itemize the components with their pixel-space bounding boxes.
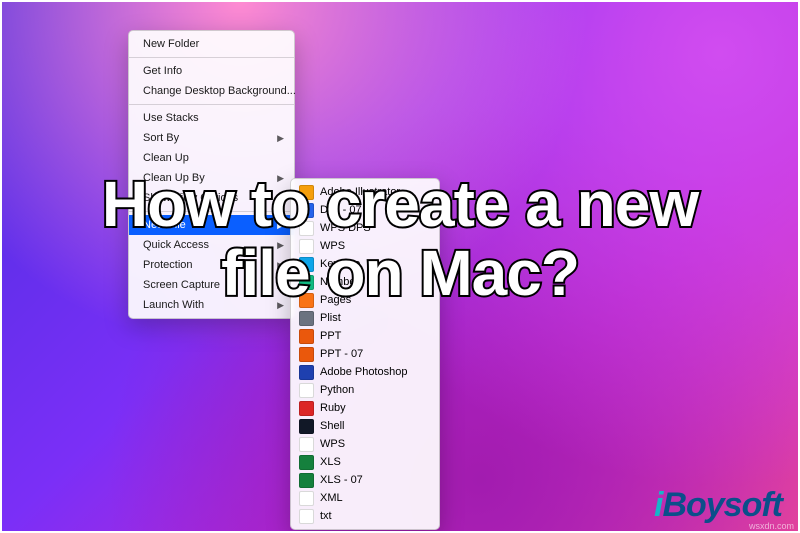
file-type-icon bbox=[299, 257, 314, 272]
menu-item-label: Change Desktop Background... bbox=[143, 83, 296, 99]
submenu-item[interactable]: WPS bbox=[291, 435, 439, 453]
submenu-item[interactable]: WPS DPS bbox=[291, 219, 439, 237]
submenu-item[interactable]: WPS bbox=[291, 237, 439, 255]
submenu-item-label: Pages bbox=[320, 292, 351, 308]
file-type-icon bbox=[299, 437, 314, 452]
chevron-right-icon: ▶ bbox=[277, 237, 284, 253]
menu-item[interactable]: Clean Up By ▶ bbox=[129, 168, 294, 188]
submenu-item[interactable]: PPT - 07 bbox=[291, 345, 439, 363]
submenu-item[interactable]: XLS bbox=[291, 453, 439, 471]
menu-item-label: Clean Up bbox=[143, 150, 189, 166]
chevron-right-icon: ▶ bbox=[277, 297, 284, 313]
file-type-icon bbox=[299, 455, 314, 470]
menu-item[interactable]: New Folder bbox=[129, 34, 294, 54]
menu-item-label: Get Info bbox=[143, 63, 182, 79]
file-type-icon bbox=[299, 491, 314, 506]
menu-separator bbox=[129, 104, 294, 105]
submenu-item[interactable]: Adobe Illustrator bbox=[291, 183, 439, 201]
submenu-item[interactable]: Pages bbox=[291, 291, 439, 309]
submenu-item-label: PPT bbox=[320, 328, 341, 344]
file-type-icon bbox=[299, 419, 314, 434]
file-type-icon bbox=[299, 239, 314, 254]
submenu-item[interactable]: txt bbox=[291, 507, 439, 525]
submenu-item-label: Keynote bbox=[320, 256, 360, 272]
submenu-item-label: WPS bbox=[320, 238, 345, 254]
chevron-right-icon: ▶ bbox=[277, 257, 284, 273]
site-watermark: wsxdn.com bbox=[749, 521, 794, 531]
menu-item[interactable]: New File ▶ bbox=[129, 215, 294, 235]
menu-item-label: Quick Access bbox=[143, 237, 209, 253]
menu-item[interactable]: Use Stacks bbox=[129, 108, 294, 128]
submenu-item-label: Plist bbox=[320, 310, 341, 326]
brand-rest: Boysoft bbox=[662, 486, 782, 524]
file-type-icon bbox=[299, 401, 314, 416]
submenu-item-label: Shell bbox=[320, 418, 344, 434]
submenu-item[interactable]: XML bbox=[291, 489, 439, 507]
menu-separator bbox=[129, 211, 294, 212]
submenu-item-label: Ruby bbox=[320, 400, 346, 416]
file-type-icon bbox=[299, 329, 314, 344]
file-type-icon bbox=[299, 293, 314, 308]
chevron-right-icon: ▶ bbox=[277, 217, 284, 233]
menu-item-label: Clean Up By bbox=[143, 170, 205, 186]
submenu-item-label: XLS bbox=[320, 454, 341, 470]
submenu-item[interactable]: Numbers bbox=[291, 273, 439, 291]
file-type-icon bbox=[299, 185, 314, 200]
menu-item[interactable]: Screen Capture ▶ bbox=[129, 275, 294, 295]
file-type-icon bbox=[299, 275, 314, 290]
submenu-item[interactable]: Adobe Photoshop bbox=[291, 363, 439, 381]
context-menu[interactable]: New Folder Get Info Change Desktop Backgro… bbox=[128, 30, 295, 319]
file-type-icon bbox=[299, 311, 314, 326]
submenu-item[interactable]: Shell bbox=[291, 417, 439, 435]
file-type-icon bbox=[299, 509, 314, 524]
submenu-item[interactable]: Plist bbox=[291, 309, 439, 327]
menu-item[interactable]: Sort By ▶ bbox=[129, 128, 294, 148]
submenu-item-label: XLS - 07 bbox=[320, 472, 363, 488]
menu-item-label: Screen Capture bbox=[143, 277, 220, 293]
submenu-item-label: WPS DPS bbox=[320, 220, 371, 236]
file-type-icon bbox=[299, 221, 314, 236]
file-type-icon bbox=[299, 365, 314, 380]
file-type-icon bbox=[299, 383, 314, 398]
menu-item-label: Sort By bbox=[143, 130, 179, 146]
submenu-item[interactable]: XLS - 07 bbox=[291, 471, 439, 489]
submenu-item[interactable]: Python bbox=[291, 381, 439, 399]
submenu-item-label: Python bbox=[320, 382, 354, 398]
submenu-item-label: txt bbox=[320, 508, 332, 524]
submenu-item[interactable]: Keynote bbox=[291, 255, 439, 273]
new-file-submenu[interactable]: Adobe Illustrator Doc - 07 WPS DPS WPS Keyno… bbox=[290, 178, 440, 530]
menu-item-label: New Folder bbox=[143, 36, 199, 52]
chevron-right-icon: ▶ bbox=[277, 277, 284, 293]
submenu-item-label: Doc - 07 bbox=[320, 202, 362, 218]
menu-item-label: Use Stacks bbox=[143, 110, 199, 126]
desktop-wallpaper: New Folder Get Info Change Desktop Backgro… bbox=[0, 0, 800, 533]
submenu-item-label: Adobe Photoshop bbox=[320, 364, 407, 380]
submenu-item-label: PPT - 07 bbox=[320, 346, 363, 362]
brand-logo: iBoysoft bbox=[654, 486, 782, 525]
chevron-right-icon: ▶ bbox=[277, 170, 284, 186]
file-type-icon bbox=[299, 473, 314, 488]
submenu-item-label: Adobe Illustrator bbox=[320, 184, 400, 200]
submenu-item-label: XML bbox=[320, 490, 343, 506]
menu-item[interactable]: Clean Up bbox=[129, 148, 294, 168]
menu-item-label: Launch With bbox=[143, 297, 204, 313]
menu-separator bbox=[129, 57, 294, 58]
menu-item-label: New File bbox=[143, 217, 186, 233]
menu-item-label: Protection bbox=[143, 257, 193, 273]
menu-item[interactable]: Launch With ▶ bbox=[129, 295, 294, 315]
menu-item[interactable]: Protection ▶ bbox=[129, 255, 294, 275]
file-type-icon bbox=[299, 347, 314, 362]
file-type-icon bbox=[299, 203, 314, 218]
menu-item[interactable]: Quick Access ▶ bbox=[129, 235, 294, 255]
menu-item[interactable]: Change Desktop Background... bbox=[129, 81, 294, 101]
menu-item-label: Show View Options bbox=[143, 190, 238, 206]
submenu-item[interactable]: Ruby bbox=[291, 399, 439, 417]
submenu-item-label: Numbers bbox=[320, 274, 365, 290]
menu-item[interactable]: Show View Options bbox=[129, 188, 294, 208]
submenu-item-label: WPS bbox=[320, 436, 345, 452]
menu-item[interactable]: Get Info bbox=[129, 61, 294, 81]
submenu-item[interactable]: Doc - 07 bbox=[291, 201, 439, 219]
submenu-item[interactable]: PPT bbox=[291, 327, 439, 345]
chevron-right-icon: ▶ bbox=[277, 130, 284, 146]
